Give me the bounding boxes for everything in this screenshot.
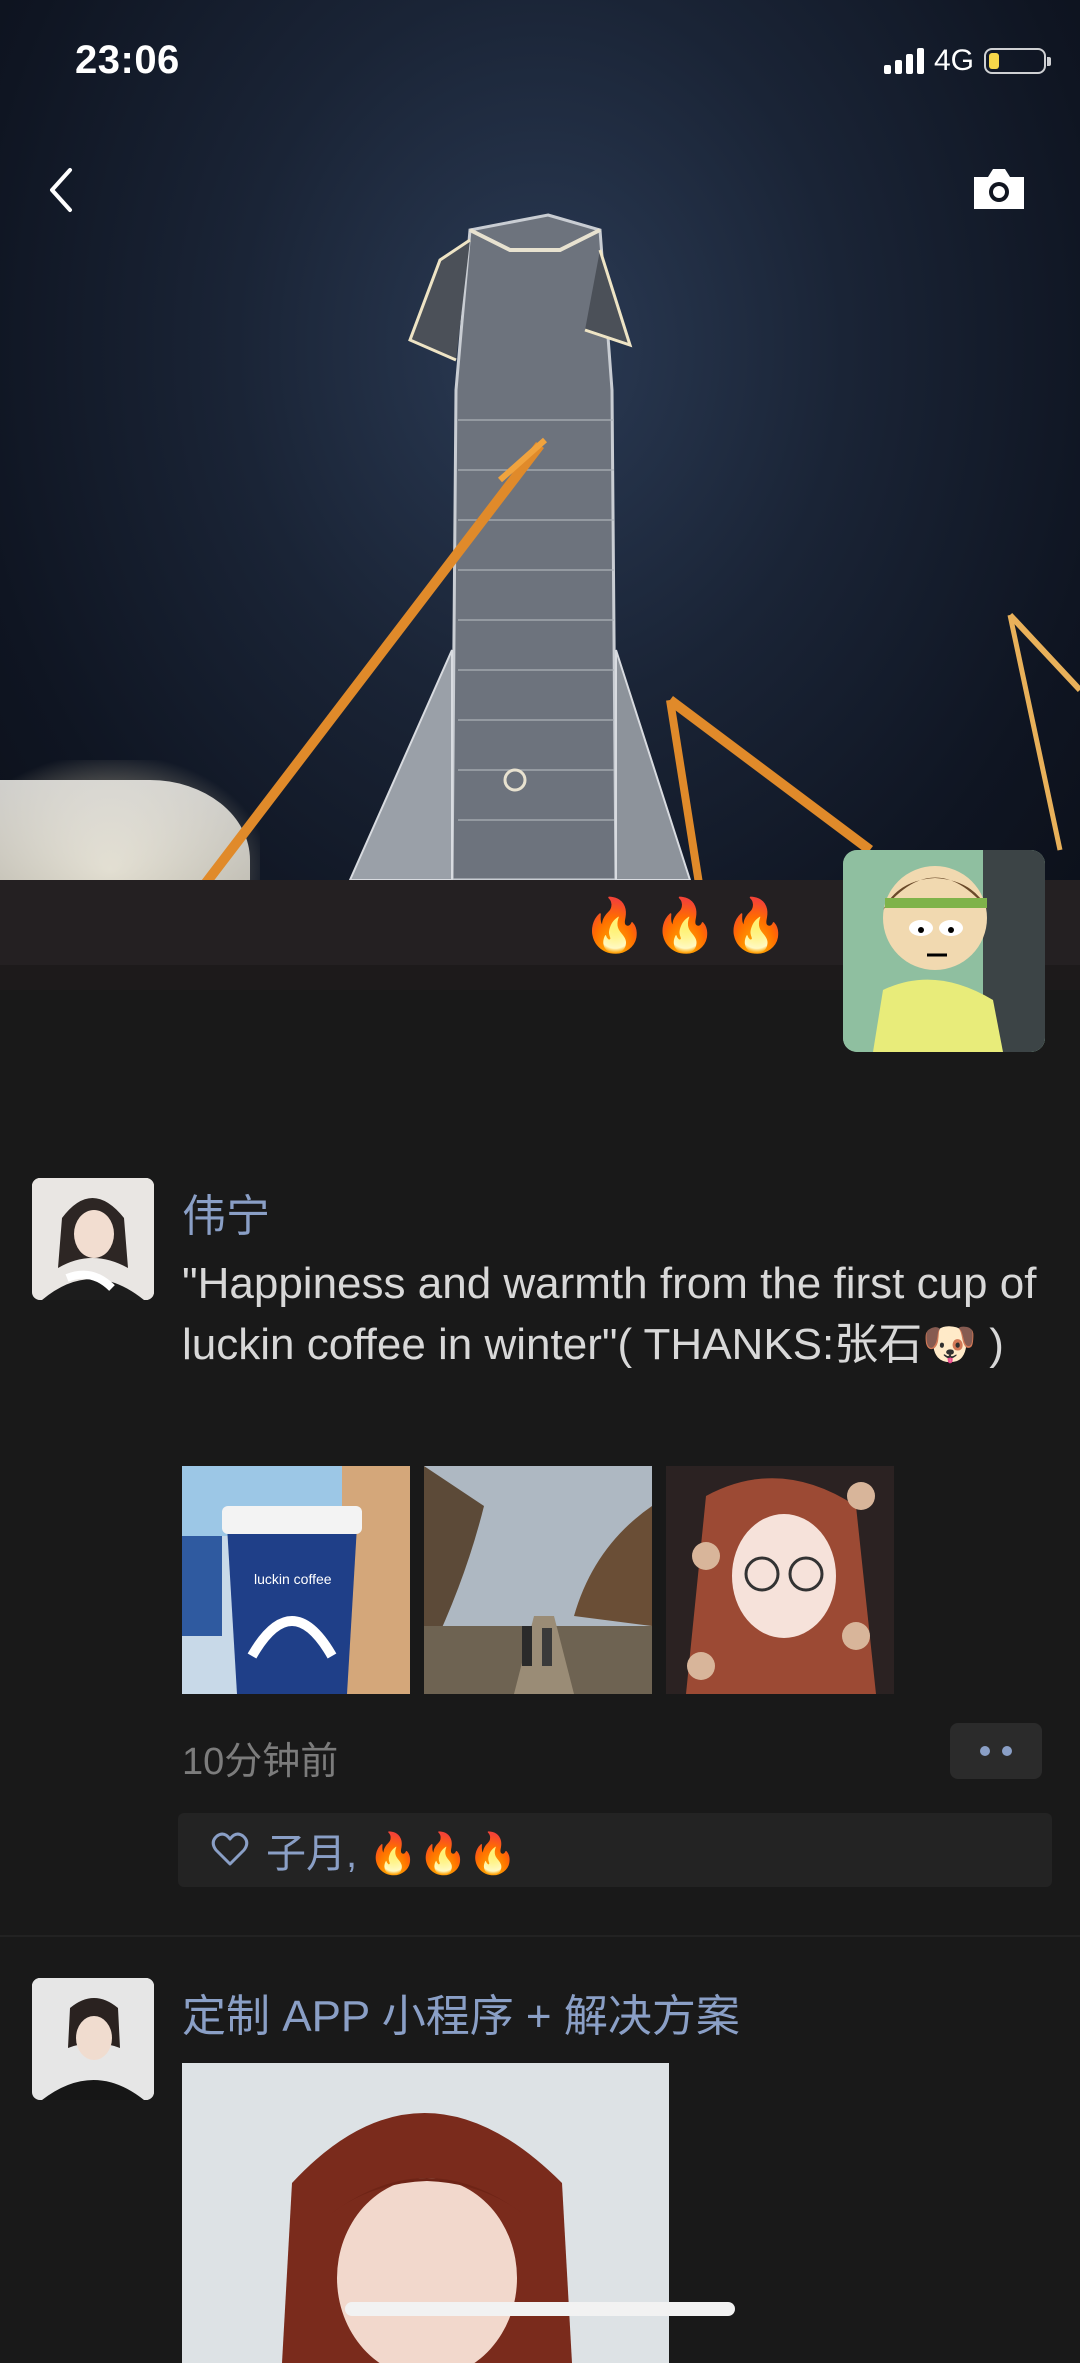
street-photo [424,1466,652,1694]
post-photo[interactable] [424,1466,652,1694]
cartoon-avatar-illustration [843,850,1045,1052]
dot-icon [1002,1746,1012,1756]
dot-icon [980,1746,990,1756]
likes-panel: 子月, 🔥🔥🔥 [178,1813,1052,1887]
chevron-left-icon [50,168,72,212]
post-text: "Happiness and warmth from the first cup… [182,1259,1037,1369]
post-photo[interactable]: luckin coffee [182,1466,410,1694]
back-button[interactable] [40,160,90,220]
selfie-photo [666,1466,894,1694]
battery-icon [984,48,1051,74]
cellular-signal-icon [883,48,924,74]
network-type: 4G [933,44,974,77]
cup-label: luckin coffee [254,1571,332,1587]
camera-icon [974,169,1024,209]
owner-avatar[interactable] [843,850,1045,1052]
status-time: 23:06 [75,38,180,82]
portrait-photo [32,1178,154,1300]
coffee-cup-photo: luckin coffee [182,1466,410,1694]
likes-list[interactable]: 子月, 🔥🔥🔥 [266,1821,518,1879]
status-indicators: 4G [883,44,1051,78]
author-avatar[interactable] [32,1978,154,2100]
home-indicator[interactable] [345,2302,735,2316]
author-avatar[interactable] [32,1178,154,1300]
post-photo[interactable] [182,2063,669,2363]
rocket-illustration [0,213,1080,990]
post-photo[interactable] [666,1466,894,1694]
cover-emoji: 🔥🔥🔥 [582,897,795,955]
heart-icon [211,1832,249,1866]
portrait-photo-large [182,2063,669,2363]
post-timestamp: 10分钟前 [182,1741,339,1783]
author-name[interactable]: 定制 APP 小程序 + 解决方案 [182,1980,740,2044]
more-button[interactable] [950,1723,1042,1779]
post-divider [0,1935,1080,1937]
camera-button[interactable] [970,165,1028,213]
portrait-photo [32,1978,154,2100]
cover-image[interactable] [0,0,1080,990]
author-name[interactable]: 伟宁 [182,1180,270,1244]
